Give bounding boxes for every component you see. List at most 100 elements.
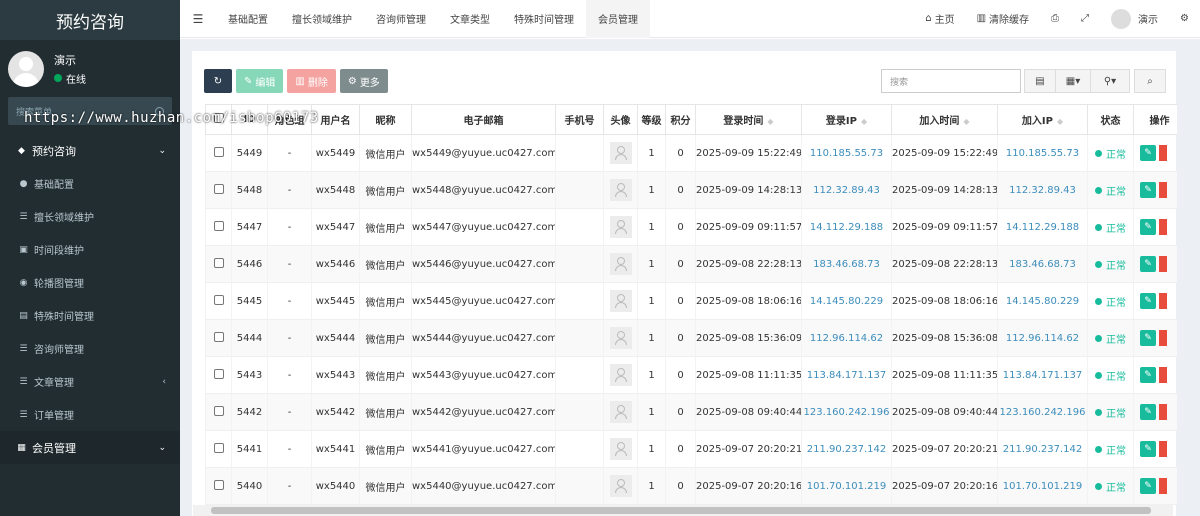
delete-button[interactable]: ▥ 删除 — [287, 69, 336, 93]
sidebar-item-article[interactable]: ☰ 文章管理 ‹ — [0, 365, 180, 398]
row-edit-button[interactable]: ✎ — [1140, 404, 1156, 420]
user-avatar-icon[interactable] — [609, 179, 632, 201]
home-link[interactable]: ⌂ 主页 — [914, 11, 965, 26]
cell-login-ip[interactable]: 183.46.68.73 — [801, 245, 892, 283]
row-delete-button[interactable] — [1159, 293, 1167, 309]
cell-join-ip[interactable]: 211.90.237.142 — [997, 430, 1088, 468]
edit-button[interactable]: ✎ 编辑 — [236, 69, 284, 93]
column-header-join-ip[interactable]: 加入IP ◆ — [997, 104, 1088, 135]
row-delete-button[interactable] — [1159, 404, 1167, 420]
fullscreen-icon[interactable]: ⤢ — [1070, 13, 1100, 24]
row-edit-button[interactable]: ✎ — [1140, 330, 1156, 346]
cell-avatar[interactable] — [603, 208, 638, 246]
user-avatar-icon[interactable] — [609, 475, 632, 497]
scrollbar-thumb[interactable] — [211, 507, 1151, 514]
column-header-login-time[interactable]: 登录时间 ◆ — [695, 104, 802, 135]
settings-gear-icon[interactable]: ⚙ — [1169, 13, 1200, 24]
row-checkbox[interactable] — [205, 319, 232, 357]
cell-login-ip[interactable]: 112.96.114.62 — [801, 319, 892, 357]
sidebar-item-timeslot[interactable]: ▣ 时间段维护 — [0, 233, 180, 266]
row-edit-button[interactable]: ✎ — [1140, 256, 1156, 272]
table-row[interactable]: 5441- wx5441 微信用户 wx5441@yuyue.uc0427.com 1 0… — [205, 430, 1177, 468]
row-edit-button[interactable]: ✎ — [1140, 145, 1156, 161]
row-delete-button[interactable] — [1159, 182, 1167, 198]
cell-login-ip[interactable]: 211.90.237.142 — [801, 430, 892, 468]
row-delete-button[interactable] — [1159, 219, 1167, 235]
row-checkbox[interactable] — [205, 356, 232, 394]
row-delete-button[interactable] — [1159, 330, 1167, 346]
row-delete-button[interactable] — [1159, 478, 1167, 494]
cell-avatar[interactable] — [603, 356, 638, 394]
row-edit-button[interactable]: ✎ — [1140, 219, 1156, 235]
user-avatar-icon[interactable] — [609, 364, 632, 386]
row-checkbox[interactable] — [205, 430, 232, 468]
table-row[interactable]: 5445- wx5445 微信用户 wx5445@yuyue.uc0427.com 1 0… — [205, 282, 1177, 320]
sidebar-item-expertise[interactable]: ☰ 擅长领域维护 — [0, 200, 180, 233]
row-checkbox[interactable] — [205, 171, 232, 209]
refresh-button[interactable]: ↻ — [204, 69, 232, 93]
cell-join-ip[interactable]: 101.70.101.219 — [997, 467, 1088, 505]
cell-join-ip[interactable]: 14.112.29.188 — [997, 208, 1088, 246]
more-button[interactable]: ⚙ 更多 — [339, 69, 388, 93]
cell-join-ip[interactable]: 113.84.171.137 — [997, 356, 1088, 394]
cell-avatar[interactable] — [603, 134, 638, 172]
sidebar-item-member[interactable]: ▦ 会员管理 ⌄ — [0, 431, 180, 464]
tab-special-time[interactable]: 特殊时间管理 — [502, 0, 586, 38]
cell-join-ip[interactable]: 183.46.68.73 — [997, 245, 1088, 283]
cell-join-ip[interactable]: 112.96.114.62 — [997, 319, 1088, 357]
cell-avatar[interactable] — [603, 282, 638, 320]
row-edit-button[interactable]: ✎ — [1140, 182, 1156, 198]
user-avatar-icon[interactable] — [609, 401, 632, 423]
row-delete-button[interactable] — [1159, 367, 1167, 383]
cell-login-ip[interactable]: 113.84.171.137 — [801, 356, 892, 394]
column-header-login-ip[interactable]: 登录IP ◆ — [801, 104, 892, 135]
toggle-view-button[interactable]: ▤ — [1024, 69, 1056, 93]
translate-icon[interactable]: ⎙ — [1040, 13, 1070, 24]
cell-join-ip[interactable]: 123.160.242.196 — [997, 393, 1088, 431]
cell-avatar[interactable] — [603, 245, 638, 283]
cell-avatar[interactable] — [603, 171, 638, 209]
user-avatar-icon[interactable] — [609, 438, 632, 460]
sidebar-item-counselor[interactable]: ☰ 咨询师管理 — [0, 332, 180, 365]
table-row[interactable]: 5447- wx5447 微信用户 wx5447@yuyue.uc0427.com 1 0… — [205, 208, 1177, 246]
clear-cache-button[interactable]: ▥ 清除缓存 — [966, 11, 1040, 26]
user-avatar-icon[interactable] — [609, 216, 632, 238]
table-row[interactable]: 5449- wx5449 微信用户 wx5449@yuyue.uc0427.com 1 0… — [205, 134, 1177, 172]
row-checkbox[interactable] — [205, 208, 232, 246]
cell-login-ip[interactable]: 101.70.101.219 — [801, 467, 892, 505]
cell-avatar[interactable] — [603, 393, 638, 431]
horizontal-scrollbar[interactable] — [193, 505, 1173, 516]
row-delete-button[interactable] — [1159, 256, 1167, 272]
user-avatar-icon[interactable] — [609, 290, 632, 312]
user-avatar-icon[interactable] — [609, 142, 632, 164]
table-row[interactable]: 5444- wx5444 微信用户 wx5444@yuyue.uc0427.com 1 0… — [205, 319, 1177, 357]
row-edit-button[interactable]: ✎ — [1140, 367, 1156, 383]
row-edit-button[interactable]: ✎ — [1140, 441, 1156, 457]
row-checkbox[interactable] — [205, 393, 232, 431]
sidebar-item-carousel[interactable]: ◉ 轮播图管理 — [0, 266, 180, 299]
cell-avatar[interactable] — [603, 319, 638, 357]
advanced-search-button[interactable]: ⌕ — [1134, 69, 1166, 93]
cell-join-ip[interactable]: 112.32.89.43 — [997, 171, 1088, 209]
row-edit-button[interactable]: ✎ — [1140, 478, 1156, 494]
row-delete-button[interactable] — [1159, 441, 1167, 457]
cell-join-ip[interactable]: 14.145.80.229 — [997, 282, 1088, 320]
user-menu[interactable]: 演示 — [1100, 8, 1169, 29]
user-avatar-icon[interactable] — [609, 253, 632, 275]
cell-login-ip[interactable]: 112.32.89.43 — [801, 171, 892, 209]
columns-button[interactable]: ▦▾ — [1055, 69, 1091, 93]
row-checkbox[interactable] — [205, 134, 232, 172]
column-header-join-time[interactable]: 加入时间 ◆ — [891, 104, 998, 135]
user-avatar-icon[interactable] — [609, 327, 632, 349]
cell-join-ip[interactable]: 110.185.55.73 — [997, 134, 1088, 172]
cell-login-ip[interactable]: 14.145.80.229 — [801, 282, 892, 320]
table-row[interactable]: 5440- wx5440 微信用户 wx5440@yuyue.uc0427.com 1 0… — [205, 467, 1177, 505]
cell-avatar[interactable] — [603, 467, 638, 505]
export-button[interactable]: ⚲▾ — [1090, 69, 1130, 93]
row-delete-button[interactable] — [1159, 145, 1167, 161]
row-checkbox[interactable] — [205, 245, 232, 283]
table-search-input[interactable]: 搜索 — [881, 69, 1021, 93]
table-row[interactable]: 5442- wx5442 微信用户 wx5442@yuyue.uc0427.com 1 0… — [205, 393, 1177, 431]
tab-basic-config[interactable]: 基础配置 — [216, 0, 280, 38]
row-checkbox[interactable] — [205, 467, 232, 505]
